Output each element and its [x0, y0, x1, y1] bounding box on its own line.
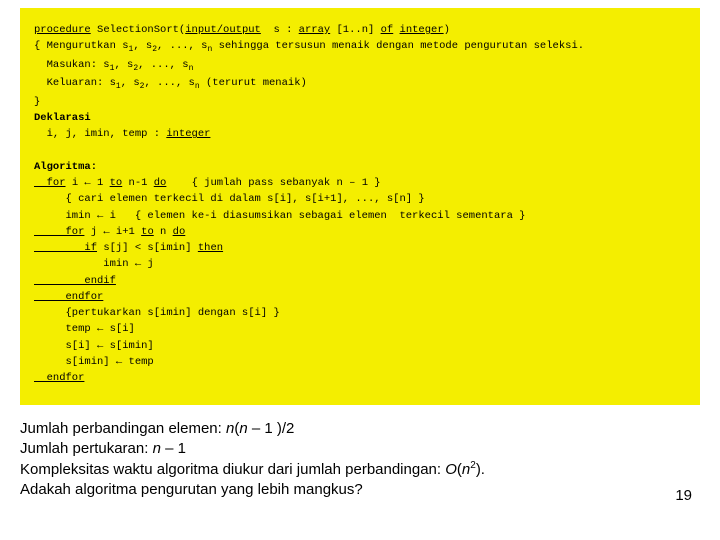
page-number: 19	[675, 487, 692, 504]
slide: procedure SelectionSort(input/output s :…	[0, 0, 720, 540]
code-block: procedure SelectionSort(input/output s :…	[20, 8, 700, 405]
kw-io: input/output	[185, 24, 261, 36]
notes-paragraph: Jumlah perbandingan elemen: n(n – 1 )/2 …	[20, 419, 700, 501]
kw-procedure: procedure	[34, 24, 91, 36]
kw-deklarasi: Deklarasi	[34, 112, 91, 124]
kw-algoritma: Algoritma:	[34, 161, 97, 173]
note-line-2: Jumlah pertukaran: n – 1	[20, 439, 700, 459]
note-line-3: Kompleksitas waktu algoritma diukur dari…	[20, 459, 700, 480]
note-line-1: Jumlah perbandingan elemen: n(n – 1 )/2	[20, 419, 700, 439]
note-line-4: Adakah algoritma pengurutan yang lebih m…	[20, 480, 700, 500]
